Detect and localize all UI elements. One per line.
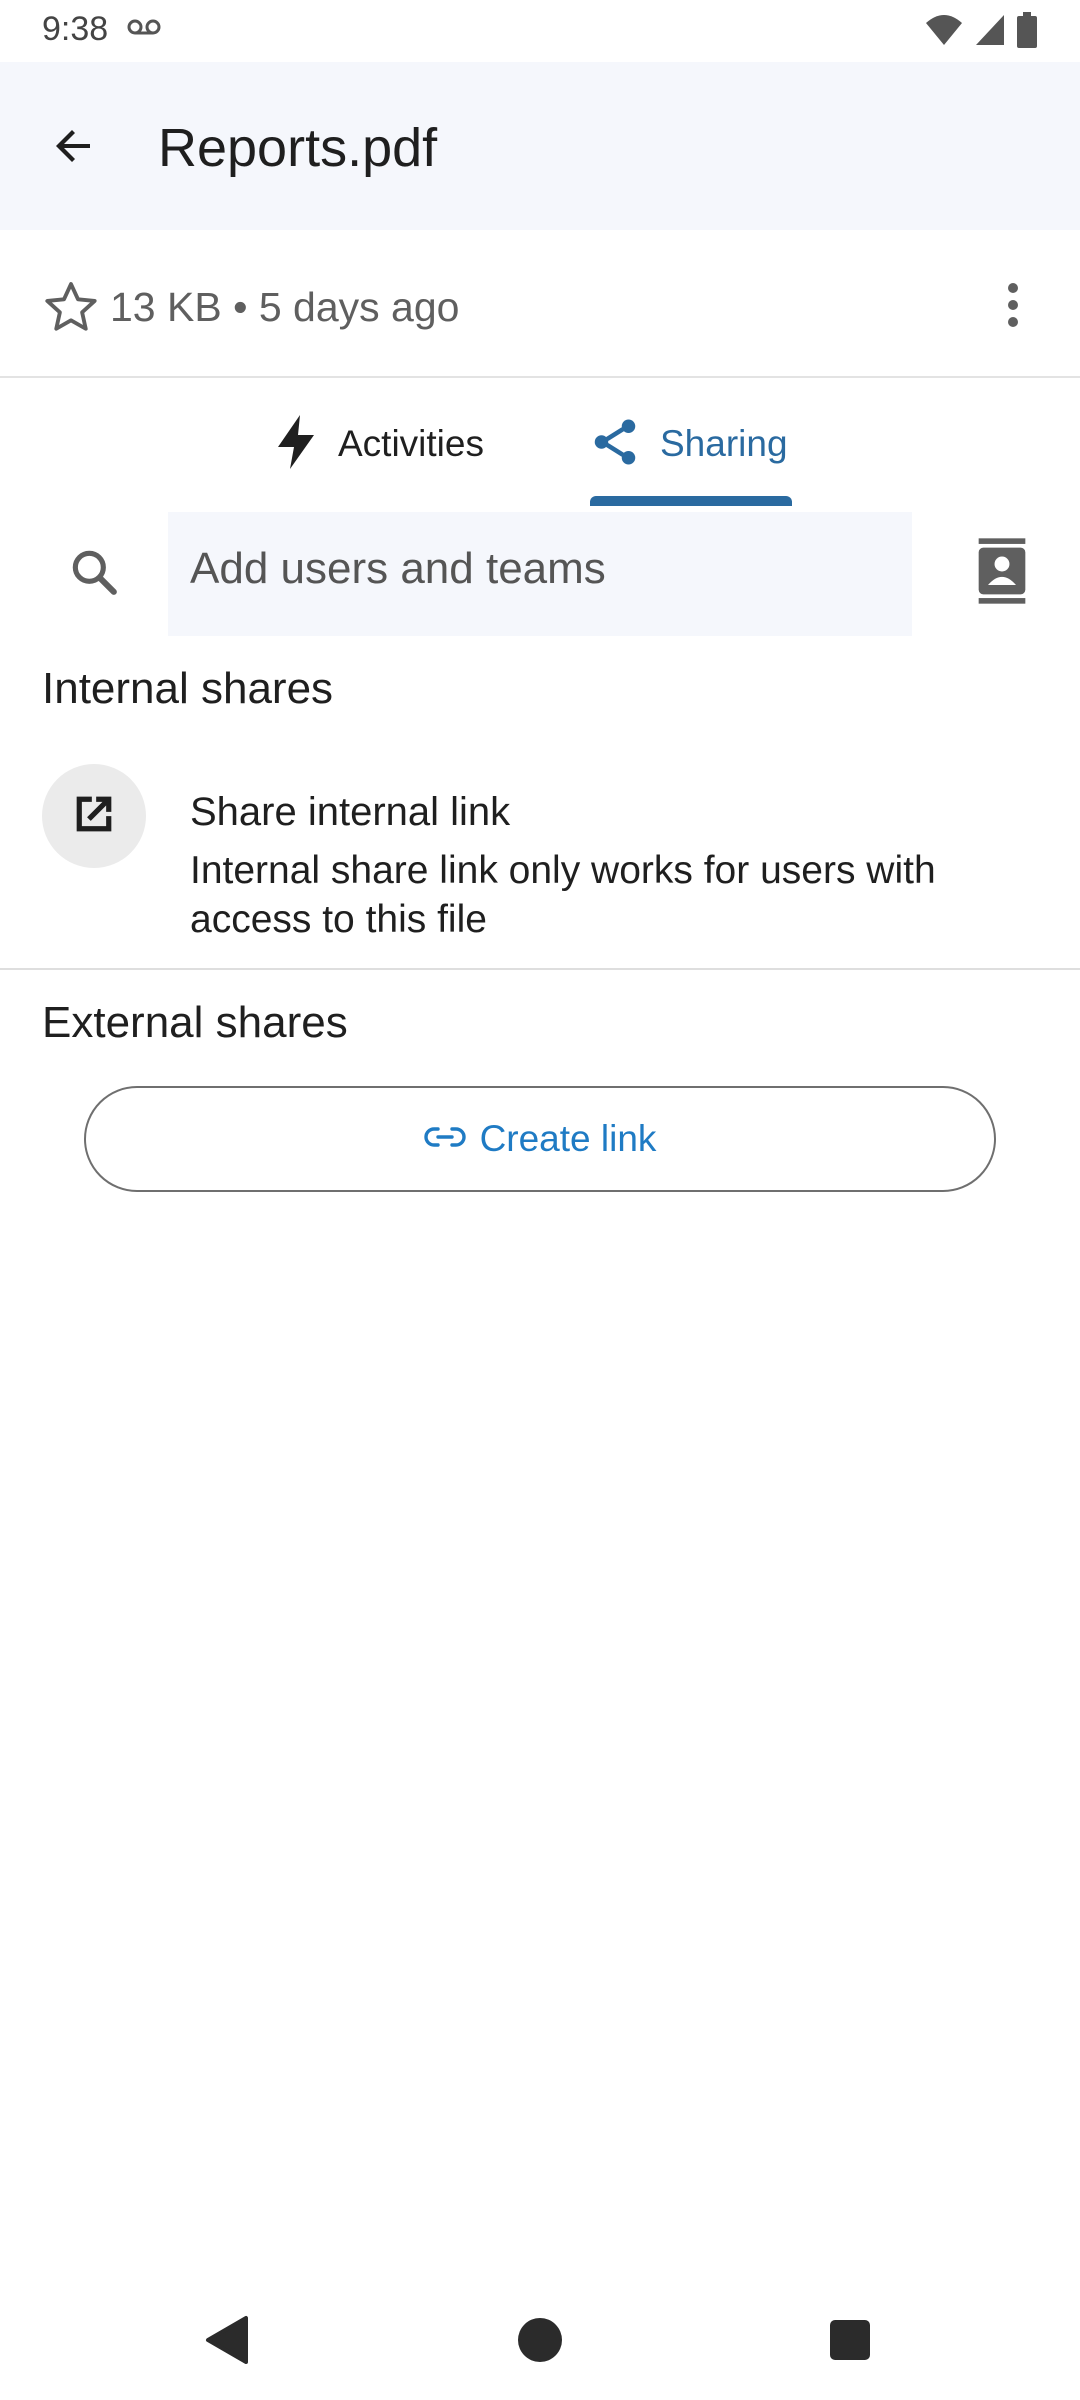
internal-shares-heading: Internal shares — [42, 664, 334, 713]
nav-back-icon[interactable] — [204, 2314, 250, 2371]
add-users-input[interactable]: Add users and teams — [168, 512, 912, 636]
link-icon — [423, 1125, 466, 1154]
share-internal-link-item[interactable]: Share internal link Internal share link … — [0, 748, 1080, 968]
add-users-placeholder: Add users and teams — [190, 544, 606, 593]
file-meta-row: 13 KB • 5 days ago — [0, 230, 1080, 378]
share-internal-link-description: Internal share link only works for users… — [190, 849, 936, 941]
external-shares-heading: External shares — [42, 998, 348, 1047]
contacts-button[interactable] — [974, 538, 1038, 610]
create-link-button[interactable]: Create link — [84, 1086, 996, 1192]
section-divider — [0, 968, 1080, 970]
star-outline-icon — [42, 282, 100, 340]
status-icons — [924, 12, 1038, 53]
contacts-icon — [974, 538, 1030, 608]
more-options-button[interactable] — [984, 276, 1042, 338]
signal-icon — [974, 13, 1006, 52]
tab-bar: Activities Sharing — [0, 380, 1080, 508]
nav-home-icon[interactable] — [518, 2318, 562, 2362]
share-internal-link-title: Share internal link — [190, 790, 511, 834]
status-bar: 9:38 — [0, 0, 1080, 62]
more-vert-icon — [1006, 281, 1020, 334]
file-title: Reports.pdf — [158, 118, 438, 178]
tab-sharing[interactable]: Sharing — [588, 380, 788, 508]
tab-activities-label: Activities — [338, 423, 484, 464]
tab-selected-indicator — [590, 496, 792, 506]
open-in-new-icon — [68, 788, 120, 845]
arrow-back-icon — [50, 122, 98, 175]
tab-sharing-label: Sharing — [660, 423, 788, 464]
system-nav-bar — [0, 2280, 1080, 2400]
favorite-button[interactable] — [42, 278, 100, 336]
search-row: Add users and teams — [0, 510, 1080, 638]
voicemail-icon — [126, 18, 162, 41]
internal-link-avatar — [42, 764, 146, 868]
battery-icon — [1016, 12, 1038, 53]
search-icon — [66, 544, 122, 600]
bolt-icon — [272, 413, 320, 476]
share-icon — [588, 415, 642, 474]
status-time: 9:38 — [42, 10, 109, 48]
wifi-icon — [924, 13, 964, 52]
nav-recents-icon[interactable] — [830, 2320, 870, 2360]
back-button[interactable] — [40, 114, 108, 182]
create-link-label: Create link — [479, 1118, 657, 1159]
file-info: 13 KB • 5 days ago — [110, 284, 460, 330]
tab-activities[interactable]: Activities — [272, 380, 484, 508]
app-bar: Reports.pdf — [0, 62, 1080, 230]
